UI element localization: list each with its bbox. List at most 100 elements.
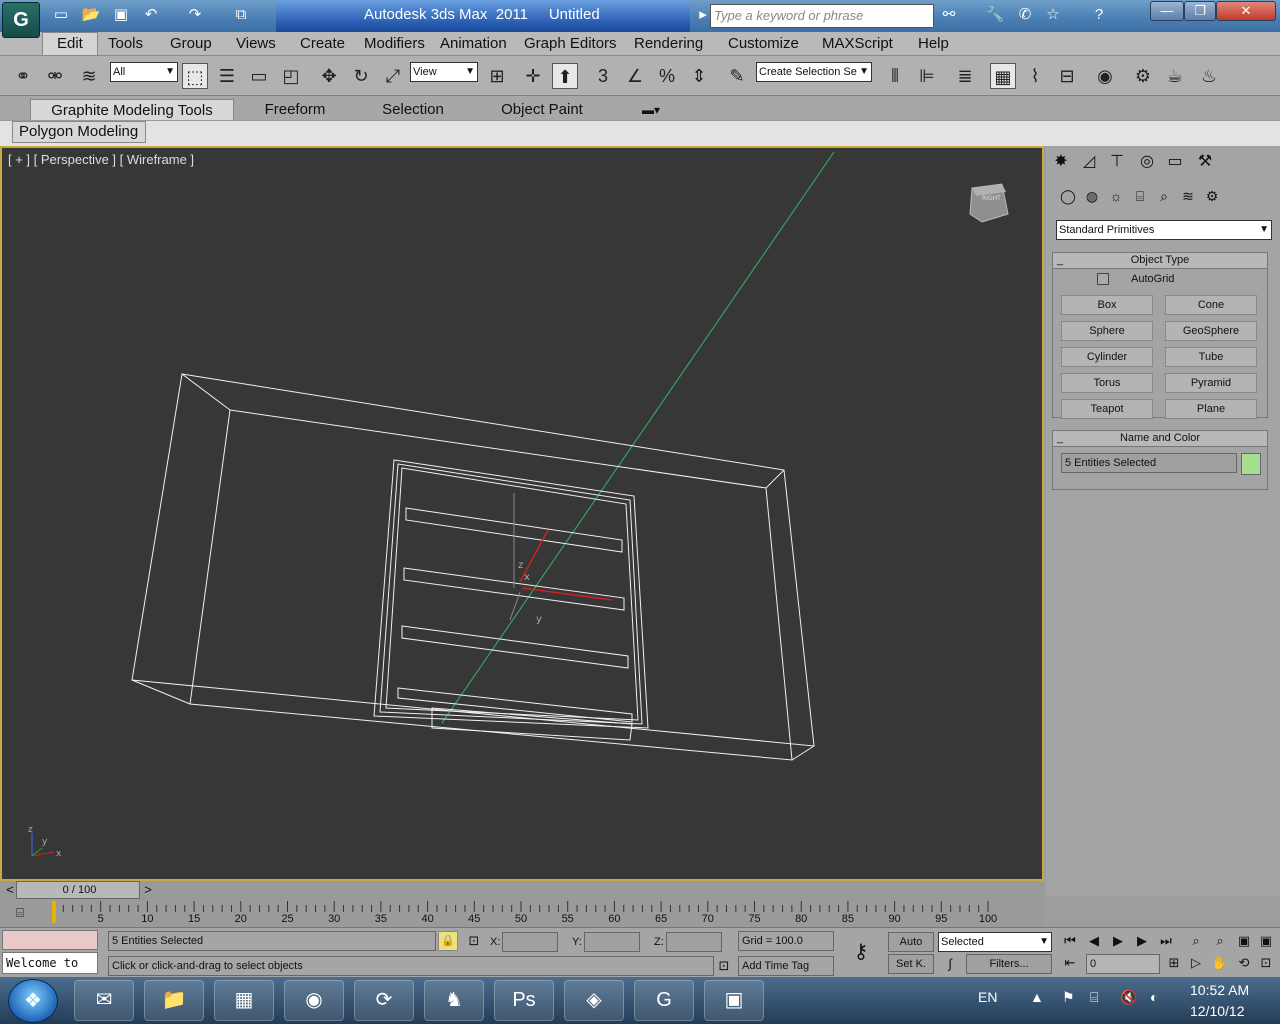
- time-tag-icon[interactable]: ⊡: [714, 956, 734, 976]
- next-frame-icon[interactable]: ▶: [1132, 931, 1152, 951]
- explorer-icon[interactable]: 📁: [144, 980, 204, 1021]
- zoom-icon[interactable]: ⌕: [1186, 931, 1206, 951]
- rendered-frame-icon[interactable]: ☕: [1162, 63, 1188, 89]
- name-color-header[interactable]: _ Name and Color: [1053, 431, 1267, 447]
- goto-end-icon[interactable]: ⏭: [1156, 931, 1176, 951]
- prev-frame-icon[interactable]: ◀: [1084, 931, 1104, 951]
- curve-editor-icon[interactable]: ⌇: [1022, 63, 1048, 89]
- image-viewer-icon[interactable]: ▣: [704, 980, 764, 1021]
- edit-named-sets-icon[interactable]: ✎: [724, 63, 750, 89]
- cameras-icon[interactable]: ⌸: [1130, 186, 1150, 206]
- undo-icon[interactable]: ↶: [140, 5, 162, 25]
- autogrid-checkbox[interactable]: [1097, 273, 1109, 285]
- current-frame-field[interactable]: 0: [1086, 954, 1160, 974]
- systems-icon[interactable]: ⚙: [1202, 186, 1222, 206]
- teapot-button[interactable]: Teapot: [1061, 399, 1153, 419]
- menu-maxscript[interactable]: MAXScript: [822, 35, 893, 52]
- percent-snap-icon[interactable]: %: [654, 63, 680, 89]
- select-manipulate-icon[interactable]: ✛: [520, 63, 546, 89]
- menu-customize[interactable]: Customize: [728, 35, 799, 52]
- category-dropdown[interactable]: Standard Primitives ▼: [1056, 220, 1272, 240]
- render-setup-icon[interactable]: ⚙: [1130, 63, 1156, 89]
- maximize-viewport-icon[interactable]: ⊡: [1256, 953, 1276, 973]
- binoculars-icon[interactable]: ⚯: [938, 5, 960, 25]
- maxscript-output[interactable]: Welcome to: [2, 952, 98, 974]
- viewcube[interactable]: [969, 183, 1009, 223]
- geosphere-button[interactable]: GeoSphere: [1165, 321, 1257, 341]
- menu-graph-editors[interactable]: Graph Editors: [524, 35, 617, 52]
- time-slider-thumb[interactable]: 0 / 100: [16, 881, 140, 899]
- menu-group[interactable]: Group: [170, 35, 212, 52]
- 3dsmax-icon[interactable]: G: [634, 980, 694, 1021]
- mirror-icon[interactable]: ⫴: [882, 63, 908, 89]
- rectangular-selection-icon[interactable]: ▭: [246, 63, 272, 89]
- key-mode-icon[interactable]: ⇤: [1060, 953, 1080, 973]
- layer-manager-icon[interactable]: ≣: [952, 63, 978, 89]
- add-time-tag[interactable]: Add Time Tag: [738, 956, 834, 976]
- open-file-icon[interactable]: 📂: [80, 5, 102, 25]
- app-icon[interactable]: ◈: [564, 980, 624, 1021]
- app-logo-icon[interactable]: G: [2, 2, 40, 38]
- menu-edit[interactable]: Edit: [42, 32, 98, 56]
- volume-icon[interactable]: 🔇: [1120, 989, 1137, 1006]
- selection-filter-dropdown[interactable]: All ▼: [110, 62, 178, 82]
- tray-expand-icon[interactable]: ▲: [1030, 989, 1044, 1005]
- helpers-icon[interactable]: ⌕: [1154, 186, 1174, 206]
- menu-rendering[interactable]: Rendering: [634, 35, 703, 52]
- time-slider[interactable]: < 0 / 100 >: [0, 881, 1044, 899]
- spacewarps-icon[interactable]: ≋: [1178, 186, 1198, 206]
- align-icon[interactable]: ⊫: [914, 63, 940, 89]
- outlook-icon[interactable]: ✉: [74, 980, 134, 1021]
- menu-tools[interactable]: Tools: [108, 35, 143, 52]
- time-config-icon[interactable]: ⊞: [1164, 953, 1184, 973]
- pyramid-button[interactable]: Pyramid: [1165, 373, 1257, 393]
- hierarchy-tab-icon[interactable]: ⊤: [1104, 150, 1130, 174]
- action-center-icon[interactable]: ⚑: [1062, 989, 1075, 1006]
- angle-snap-icon[interactable]: ∠: [622, 63, 648, 89]
- spinner-snap-icon[interactable]: ⇕: [686, 63, 712, 89]
- tab-selection[interactable]: Selection: [370, 99, 456, 121]
- polygon-modeling-panel[interactable]: Polygon Modeling: [12, 121, 146, 143]
- start-button[interactable]: ❖: [8, 979, 58, 1023]
- menu-create[interactable]: Create: [300, 35, 345, 52]
- subscription-icon[interactable]: 🔧: [984, 5, 1006, 25]
- viewport-label[interactable]: [ + ] [ Perspective ] [ Wireframe ]: [8, 152, 194, 167]
- play-icon[interactable]: ▶: [1108, 931, 1128, 951]
- rotate-icon[interactable]: ↻: [348, 63, 374, 89]
- move-icon[interactable]: ✥: [316, 63, 342, 89]
- named-selection-dropdown[interactable]: Create Selection Se ▼: [756, 62, 872, 82]
- language-indicator[interactable]: EN: [978, 989, 997, 1005]
- utilities-tab-icon[interactable]: ⚒: [1192, 150, 1218, 174]
- favorites-icon[interactable]: ☆: [1042, 5, 1064, 25]
- tab-freeform[interactable]: Freeform: [252, 99, 338, 121]
- selection-lock-icon[interactable]: 🔒: [438, 931, 458, 951]
- link-icon[interactable]: ⚭: [10, 63, 36, 89]
- tab-object-paint[interactable]: Object Paint: [490, 99, 594, 121]
- z-coord-field[interactable]: [666, 932, 722, 952]
- plane-button[interactable]: Plane: [1165, 399, 1257, 419]
- maximize-button[interactable]: ❐: [1184, 1, 1216, 21]
- render-production-icon[interactable]: ♨: [1196, 63, 1222, 89]
- menu-animation[interactable]: Animation: [440, 35, 507, 52]
- communication-icon[interactable]: ✆: [1014, 5, 1036, 25]
- torus-button[interactable]: Torus: [1061, 373, 1153, 393]
- network-icon[interactable]: ⟳: [354, 980, 414, 1021]
- absolute-mode-icon[interactable]: ⊡: [464, 931, 484, 951]
- reference-coord-dropdown[interactable]: View ▼: [410, 62, 478, 82]
- bind-spacewarp-icon[interactable]: ≋: [76, 63, 102, 89]
- minimize-button[interactable]: —: [1150, 1, 1184, 21]
- x-coord-field[interactable]: [502, 932, 558, 952]
- object-color-swatch[interactable]: [1241, 453, 1261, 475]
- pan-icon[interactable]: ✋: [1210, 953, 1230, 973]
- menu-views[interactable]: Views: [236, 35, 276, 52]
- geometry-icon[interactable]: ◯: [1058, 186, 1078, 206]
- close-button[interactable]: ✕: [1216, 1, 1276, 21]
- unlink-icon[interactable]: ⚮: [42, 63, 68, 89]
- tube-button[interactable]: Tube: [1165, 347, 1257, 367]
- zoom-extents-icon[interactable]: ▣: [1234, 931, 1254, 951]
- track-bar[interactable]: ⌸ 5 10 15 20 25 30 35 40 45 50 55 60 65 70 75 80 85 90 95 1…: [0, 899, 1044, 927]
- goto-start-icon[interactable]: ⏮: [1060, 931, 1080, 951]
- perspective-viewport[interactable]: z x y z x y RIGHT [ + ] [ Perspective ] …: [0, 146, 1044, 881]
- select-object-icon[interactable]: ⬚: [182, 63, 208, 89]
- object-name-field[interactable]: 5 Entities Selected: [1061, 453, 1237, 473]
